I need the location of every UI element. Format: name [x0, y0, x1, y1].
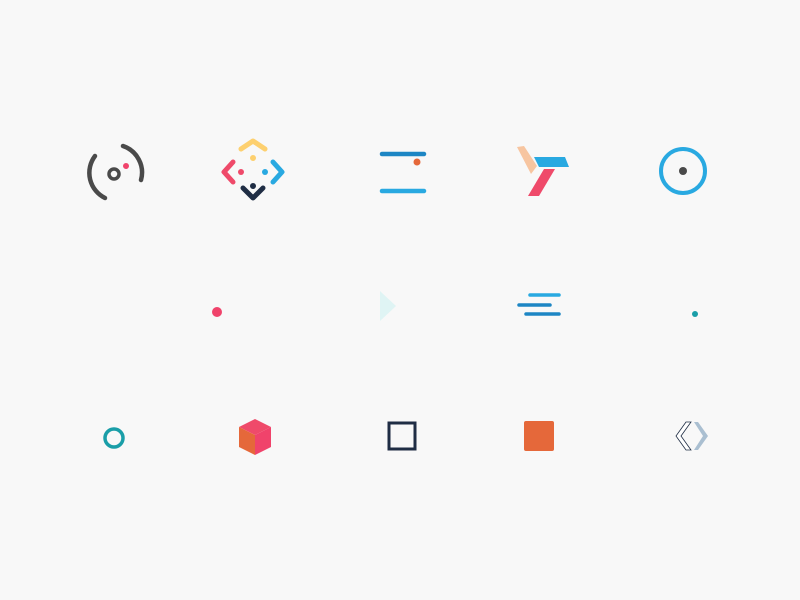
- stacked-bars-dot-icon: [362, 132, 442, 212]
- square-outline-icon: [362, 397, 442, 477]
- ring-orbit-icon: [75, 132, 155, 212]
- diamond-arrows-icon: [213, 132, 293, 212]
- small-dot-icon: [177, 272, 257, 352]
- circle-dot-icon: [643, 132, 723, 212]
- cube-icon: [215, 397, 295, 477]
- tiny-dot-icon: [655, 274, 735, 354]
- folded-y-icon: [503, 132, 583, 212]
- ring-icon: [74, 397, 154, 477]
- square-filled-icon: [498, 397, 578, 477]
- icon-grid: [0, 0, 800, 600]
- play-triangle-icon: [348, 266, 428, 346]
- code-brackets-icon: [653, 397, 733, 477]
- blank-icon: [75, 266, 155, 346]
- speed-lines-icon: [500, 266, 580, 346]
